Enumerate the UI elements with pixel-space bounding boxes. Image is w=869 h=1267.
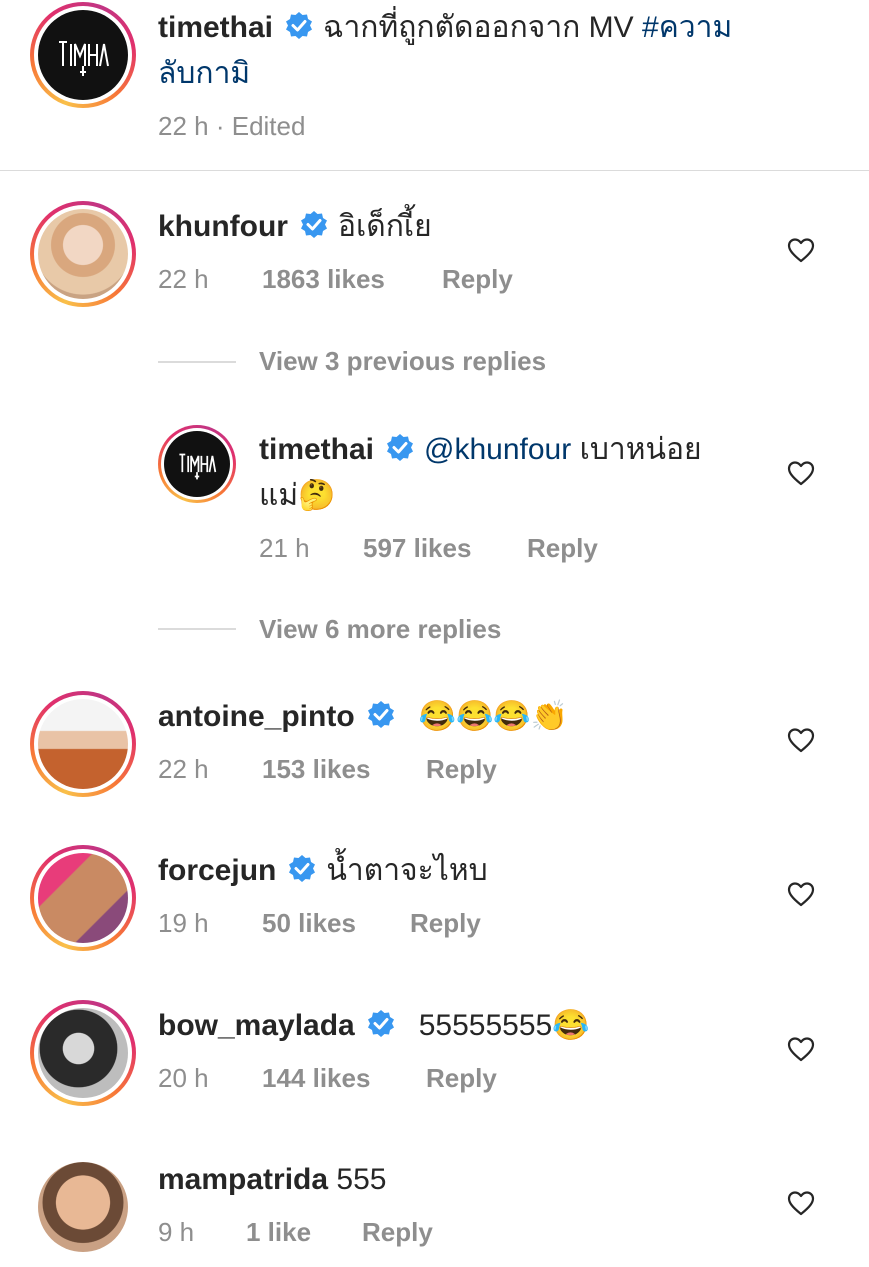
reply-button[interactable]: Reply [442,263,513,295]
comment-text: อิเด็กเี้ย [337,210,432,243]
header-divider [0,170,869,171]
view-previous-replies[interactable]: View 3 previous replies [259,346,546,377]
antoine-avatar [38,699,128,789]
post-hashtag[interactable]: #ความ [642,11,732,44]
comment-time: 19 h [158,908,209,938]
reply-button[interactable]: Reply [426,753,497,785]
forcejun-avatar-ring[interactable] [30,845,136,951]
comment-likes[interactable]: 144 likes [262,1062,426,1094]
verified-badge-icon [299,210,329,240]
heart-icon[interactable] [787,1036,815,1062]
comment-text: 😂😂😂👏 [418,700,569,733]
view-more-replies[interactable]: View 6 more replies [259,614,501,645]
comment-line: forcejun น้ำตาจะไหบ [158,851,488,891]
forcejun-avatar [38,853,128,943]
reply-button[interactable]: Reply [410,907,481,939]
verified-badge-icon [366,700,396,730]
comment-username[interactable]: forcejun [158,854,276,887]
heart-icon[interactable] [787,727,815,753]
comment-line: antoine_pinto 😂😂😂👏 [158,697,568,737]
comment-username[interactable]: mampatrida [158,1163,328,1196]
reply-username[interactable]: timethai [259,433,374,466]
comment-username[interactable]: antoine_pinto [158,700,355,733]
reply-meta: 21 h 597 likes Reply [259,532,598,564]
reply-text: เบาหน่อย [579,433,702,466]
comment-time: 9 h [158,1217,195,1247]
comment-text: 55555555😂 [418,1009,590,1042]
khunfour-avatar [38,209,128,299]
reply-button[interactable]: Reply [426,1062,497,1094]
post-time: 22 h [158,111,209,141]
post-edited: · Edited [215,111,306,141]
reply-button[interactable]: Reply [527,532,598,564]
thread-divider [158,628,236,630]
verified-badge-icon [287,854,317,884]
comment-text: 555 [336,1163,387,1196]
mampatrida-avatar[interactable] [38,1162,128,1252]
timethai-logo-avatar [38,10,128,100]
reply-line-1: timethai @khunfour เบาหน่อย [259,430,702,470]
bow-avatar [38,1008,128,1098]
verified-badge-icon [385,433,415,463]
verified-badge-icon [284,11,314,41]
reply-text-continued: แม่🤔 [259,479,336,512]
timethai-logo-avatar [164,431,230,497]
post-avatar-ring[interactable] [30,2,136,108]
comment-meta: 22 h 1863 likes Reply [158,263,513,295]
comment-username[interactable]: bow_maylada [158,1009,355,1042]
comment-line: mampatrida 555 [158,1160,386,1200]
comment-time: 22 h [158,264,209,294]
heart-icon[interactable] [787,460,815,486]
comment-text: น้ำตาจะไหบ [326,854,488,887]
comment-likes[interactable]: 50 likes [262,907,410,939]
comment-time: 20 h [158,1063,209,1093]
khunfour-avatar-ring[interactable] [30,201,136,307]
comment-time: 22 h [158,754,209,784]
thread-divider [158,361,236,363]
reply-button[interactable]: Reply [362,1216,433,1248]
comment-meta: 20 h 144 likes Reply [158,1062,497,1094]
post-caption-line-1: timethai ฉากที่ถูกตัดออกจาก MV #ความ [158,8,732,48]
reply-mention[interactable]: @khunfour [424,433,571,466]
comment-likes[interactable]: 153 likes [262,753,426,785]
verified-badge-icon [366,1009,396,1039]
comment-likes[interactable]: 1863 likes [262,263,442,295]
comment-username[interactable]: khunfour [158,210,288,243]
bow-avatar-ring[interactable] [30,1000,136,1106]
reply-avatar-ring[interactable] [158,425,236,503]
post-meta: 22 h · Edited [158,110,305,142]
heart-icon[interactable] [787,237,815,263]
reply-likes[interactable]: 597 likes [363,532,527,564]
heart-icon[interactable] [787,881,815,907]
comment-meta: 9 h 1 like Reply [158,1216,433,1248]
post-caption: ฉากที่ถูกตัดออกจาก MV [323,11,634,44]
comment-line: bow_maylada 55555555😂 [158,1006,590,1046]
comment-likes[interactable]: 1 like [246,1216,362,1248]
heart-icon[interactable] [787,1190,815,1216]
post-hashtag-continued[interactable]: ลับกามิ [158,54,250,94]
comment-meta: 19 h 50 likes Reply [158,907,481,939]
comment-meta: 22 h 153 likes Reply [158,753,497,785]
reply-time: 21 h [259,533,310,563]
post-username[interactable]: timethai [158,11,273,44]
antoine-avatar-ring[interactable] [30,691,136,797]
comment-line: khunfour อิเด็กเี้ย [158,207,432,247]
